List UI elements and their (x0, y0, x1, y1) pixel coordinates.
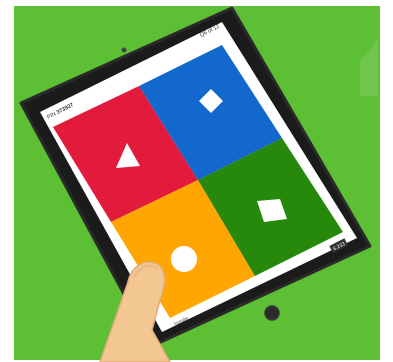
home-button-icon[interactable] (264, 305, 280, 321)
scene: PIN 373927 Q6 of 12 Natalie 6,233 (0, 0, 393, 362)
camera-icon (121, 47, 127, 53)
circle-icon (171, 246, 197, 272)
